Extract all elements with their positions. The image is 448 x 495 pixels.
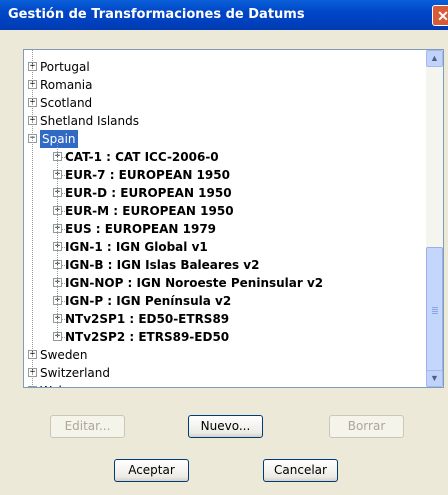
tree-node-region[interactable]: +Shetland Islands — [24, 112, 424, 130]
tree-node-label[interactable]: Scotland — [40, 94, 92, 112]
tree-connector-line — [62, 157, 66, 158]
tree-connector-line — [57, 143, 58, 337]
scroll-thumb[interactable] — [426, 247, 443, 377]
tree-node-label[interactable]: IGN-NOP : IGN Noroeste Peninsular v2 — [65, 274, 323, 292]
tree-node-transform[interactable]: +IGN-NOP : IGN Noroeste Peninsular v2 — [24, 274, 424, 292]
delete-button[interactable]: Borrar — [329, 415, 404, 438]
tree-node-label[interactable]: Switzerland — [40, 364, 110, 382]
tree-node-label[interactable]: IGN-P : IGN Península v2 — [65, 292, 231, 310]
tree-node-transform[interactable]: +EUS : EUROPEAN 1979 — [24, 220, 424, 238]
thumb-grip-line — [432, 313, 438, 314]
tree-node-label[interactable]: Portugal — [40, 58, 90, 76]
close-button[interactable]: ✕ — [432, 5, 448, 26]
tree-node-label[interactable]: CAT-1 : CAT ICC-2006-0 — [65, 148, 219, 166]
window-title: Gestión de Transformaciones de Datums — [8, 7, 305, 22]
tree-connector-line — [62, 265, 66, 266]
tree-node-label[interactable]: Shetland Islands — [40, 112, 139, 130]
title-bar[interactable]: Gestión de Transformaciones de Datums ✕ — [0, 0, 448, 30]
tree-node-region[interactable]: +Switzerland — [24, 364, 424, 382]
tree-node-region[interactable]: −Spain — [24, 130, 424, 148]
tree-node-label[interactable]: EUR-7 : EUROPEAN 1950 — [65, 166, 230, 184]
tree-connector-line — [62, 229, 66, 230]
tree-node-region[interactable]: +Sweden — [24, 346, 424, 364]
tree-node-label[interactable]: IGN-B : IGN Islas Baleares v2 — [65, 256, 259, 274]
datum-tree[interactable]: +Portugal+Romania+Scotland+Shetland Isla… — [23, 49, 444, 388]
tree-node-label[interactable]: Sweden — [40, 346, 87, 364]
tree-connector-line — [62, 211, 66, 212]
tree-node-region[interactable]: +Scotland — [24, 94, 424, 112]
tree-connector-line — [62, 175, 66, 176]
tree-node-transform[interactable]: +IGN-B : IGN Islas Baleares v2 — [24, 256, 424, 274]
tree-node-transform[interactable]: +IGN-P : IGN Península v2 — [24, 292, 424, 310]
tree-node-label[interactable]: EUS : EUROPEAN 1979 — [65, 220, 216, 238]
tree-node-transform[interactable]: +EUR-7 : EUROPEAN 1950 — [24, 166, 424, 184]
tree-connector-line — [62, 301, 66, 302]
scroll-down-button[interactable]: ▼ — [426, 370, 443, 387]
tree-node-transform[interactable]: +NTv2SP2 : ETRS89-ED50 — [24, 328, 424, 346]
tree-node-transform[interactable]: +NTv2SP1 : ED50-ETRS89 — [24, 310, 424, 328]
thumb-grip-line — [432, 307, 438, 308]
new-button[interactable]: Nuevo... — [188, 415, 263, 438]
tree-node-label[interactable]: Spain — [40, 130, 78, 148]
accept-button[interactable]: Aceptar — [114, 459, 189, 482]
tree-node-label[interactable]: Wales — [40, 382, 75, 387]
tree-node-transform[interactable]: +EUR-D : EUROPEAN 1950 — [24, 184, 424, 202]
tree-connector-line — [62, 337, 66, 338]
edit-button[interactable]: Editar... — [50, 415, 125, 438]
tree-connector-line — [62, 319, 66, 320]
tree-node-transform[interactable]: +EUR-M : EUROPEAN 1950 — [24, 202, 424, 220]
tree-node-label[interactable]: EUR-M : EUROPEAN 1950 — [65, 202, 234, 220]
tree-connector-line — [62, 247, 66, 248]
scroll-up-button[interactable]: ▲ — [426, 50, 443, 67]
thumb-grip-line — [432, 309, 438, 310]
tree-connector-line — [32, 50, 33, 387]
tree-node-region[interactable]: +Portugal — [24, 58, 424, 76]
tree-node-label[interactable]: EUR-D : EUROPEAN 1950 — [65, 184, 232, 202]
tree-node-region[interactable]: +Romania — [24, 76, 424, 94]
tree-node-transform[interactable]: +CAT-1 : CAT ICC-2006-0 — [24, 148, 424, 166]
thumb-grip-line — [432, 311, 438, 312]
tree-node-label[interactable]: IGN-1 : IGN Global v1 — [65, 238, 208, 256]
tree-scrollbar[interactable]: ▲ ▼ — [426, 50, 443, 387]
tree-connector-line — [62, 193, 66, 194]
tree-node-label[interactable]: NTv2SP1 : ED50-ETRS89 — [65, 310, 229, 328]
cancel-button[interactable]: Cancelar — [263, 459, 338, 482]
tree-connector-line — [62, 283, 66, 284]
tree-node-label[interactable]: NTv2SP2 : ETRS89-ED50 — [65, 328, 229, 346]
tree-node-label[interactable]: Romania — [40, 76, 92, 94]
tree-node-transform[interactable]: +IGN-1 : IGN Global v1 — [24, 238, 424, 256]
tree-node-region[interactable]: +Wales — [24, 382, 424, 387]
